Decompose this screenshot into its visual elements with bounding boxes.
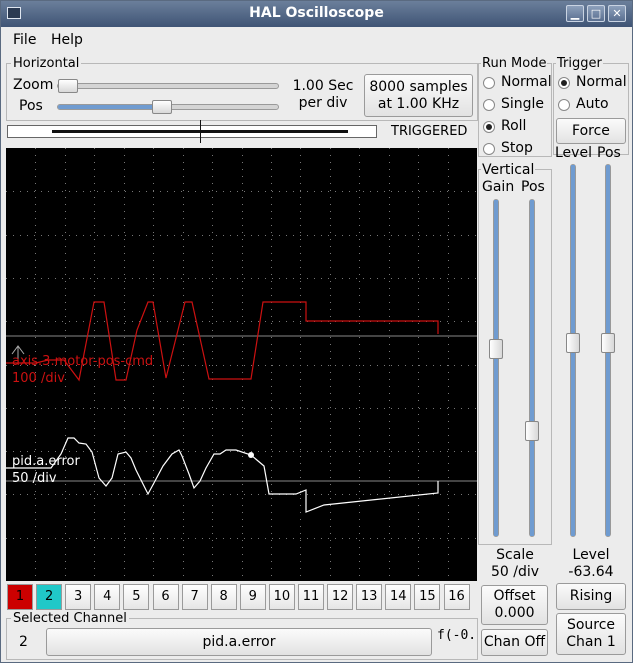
maximize-button[interactable]: □ [587,5,605,22]
horizontal-pos-slider-fill [58,105,162,109]
trigger-pos-slider[interactable] [601,164,615,537]
pos-label: Pos [19,98,43,114]
trace-1-scale: 100 /div [12,371,65,386]
channel-button-11[interactable]: 11 [298,584,324,610]
minimize-button[interactable]: ▁ [566,5,584,22]
radio-icon[interactable] [558,77,570,89]
scope-display[interactable]: axis.3.motor-pos-cmd 100 /div pid.a.erro… [6,148,477,581]
horizontal-pos-slider[interactable] [57,100,279,114]
vertical-scale-display: Scale 50 /div [478,547,552,581]
samples-button[interactable]: 8000 samples at 1.00 KHz [364,74,473,117]
channel-button-9[interactable]: 9 [239,584,266,610]
channel-button-3[interactable]: 3 [65,584,92,610]
scale-label: Scale [496,547,534,563]
hal-oscilloscope-window: HAL Oscilloscope ▁ □ ✕ File Help Horizon… [0,0,633,663]
run-mode-option-label: Single [501,96,545,112]
radio-icon[interactable] [483,121,495,133]
trigger-level-value: -63.64 [568,564,614,580]
time-per-div: 1.00 Sec per div [285,78,361,112]
trace-1-name: axis.3.motor-pos-cmd [12,354,154,369]
force-button[interactable]: Force [556,118,626,144]
trace-label-1: axis.3.motor-pos-cmd 100 /div [12,353,153,387]
vertical-pos-slider[interactable] [525,199,539,537]
trigger-mode-option-label: Normal [576,74,627,90]
channel-button-8[interactable]: 8 [210,584,237,610]
samples-line1: 8000 samples [369,79,468,95]
menu-file[interactable]: File [13,32,36,48]
channel-button-14[interactable]: 14 [385,584,412,610]
trigger-status: TRIGGERED [391,124,468,139]
close-button[interactable]: ✕ [608,5,626,22]
time-per-div-line2: per div [298,95,348,111]
trigger-level-value-label: Level [572,547,610,563]
trace-label-2: pid.a.error 50 /div [12,453,80,487]
menu-bar: File Help [1,27,632,51]
horizontal-group-label: Horizontal [11,56,82,71]
gain-label: Gain [482,179,515,195]
channel-button-10[interactable]: 10 [268,584,295,610]
channel-button-1[interactable]: 1 [7,584,33,610]
vertical-gain-slider-fill [494,200,498,536]
vertical-pos-slider-thumb[interactable] [525,421,539,441]
trigger-level-slider[interactable] [566,164,580,537]
zoom-slider[interactable] [57,79,279,93]
chan-off-button[interactable]: Chan Off [481,629,548,656]
offset-button[interactable]: Offset 0.000 [481,585,548,625]
channel-function-text: f(-0. [437,628,477,643]
vertical-gain-slider-thumb[interactable] [489,339,503,359]
selected-channel-name-button[interactable]: pid.a.error [46,628,432,656]
channel-button-6[interactable]: 6 [152,584,179,610]
run-mode-option-label: Roll [501,118,527,134]
trigger-pos-slider-thumb[interactable] [601,333,615,353]
vertical-pos-slider-fill [530,200,534,536]
zoom-slider-thumb[interactable] [58,79,78,93]
radio-icon[interactable] [558,99,570,111]
trigger-edge-button[interactable]: Rising [556,583,626,610]
run-mode-option-label: Stop [501,140,533,156]
trigger-source-button[interactable]: Source Chan 1 [556,613,626,655]
trigger-label: Trigger [556,56,603,71]
channel-button-16[interactable]: 16 [443,584,470,610]
window-title: HAL Oscilloscope [249,5,384,21]
zoom-label: Zoom [13,77,54,93]
vertical-pos-label: Pos [521,179,545,195]
channel-button-15[interactable]: 15 [414,584,441,610]
offset-value: 0.000 [494,605,535,621]
radio-icon[interactable] [483,99,495,111]
trigger-level-display: Level -63.64 [554,547,628,581]
channel-button-2[interactable]: 2 [36,584,63,610]
offset-label: Offset [493,588,536,604]
channel-button-4[interactable]: 4 [94,584,121,610]
trigger-source-line1: Source [566,617,616,633]
trigger-mode-option-label: Auto [576,96,609,112]
scale-value: 50 /div [490,564,540,580]
channel-button-13[interactable]: 13 [356,584,383,610]
run-mode-option-label: Normal [501,74,552,90]
samples-line2: at 1.00 KHz [377,96,460,112]
trigger-level-slider-thumb[interactable] [566,333,580,353]
trigger-position-marker [200,120,201,143]
channel-button-7[interactable]: 7 [181,584,208,610]
time-per-div-line1: 1.00 Sec [292,78,354,94]
horizontal-pos-slider-thumb[interactable] [152,100,172,114]
vertical-label: Vertical [481,162,536,178]
radio-icon[interactable] [483,77,495,89]
radio-icon[interactable] [483,143,495,155]
menu-help[interactable]: Help [51,32,83,48]
trace-2-scale: 50 /div [12,471,57,486]
trace-2-name: pid.a.error [12,454,80,469]
trigger-level-label: Level [555,145,592,161]
trigger-source-line2: Chan 1 [566,634,616,650]
channel-button-5[interactable]: 5 [123,584,150,610]
trace-cursor-point [248,452,254,458]
record-position-indicator [7,120,377,143]
run-mode-label: Run Mode [481,56,548,71]
vertical-gain-slider[interactable] [489,199,503,537]
channel-button-12[interactable]: 12 [327,584,354,610]
title-bar[interactable]: HAL Oscilloscope ▁ □ ✕ [1,1,632,27]
selected-channel-label: Selected Channel [11,611,129,626]
trigger-pos-label: Pos [597,145,621,161]
selected-channel-number: 2 [19,634,28,650]
